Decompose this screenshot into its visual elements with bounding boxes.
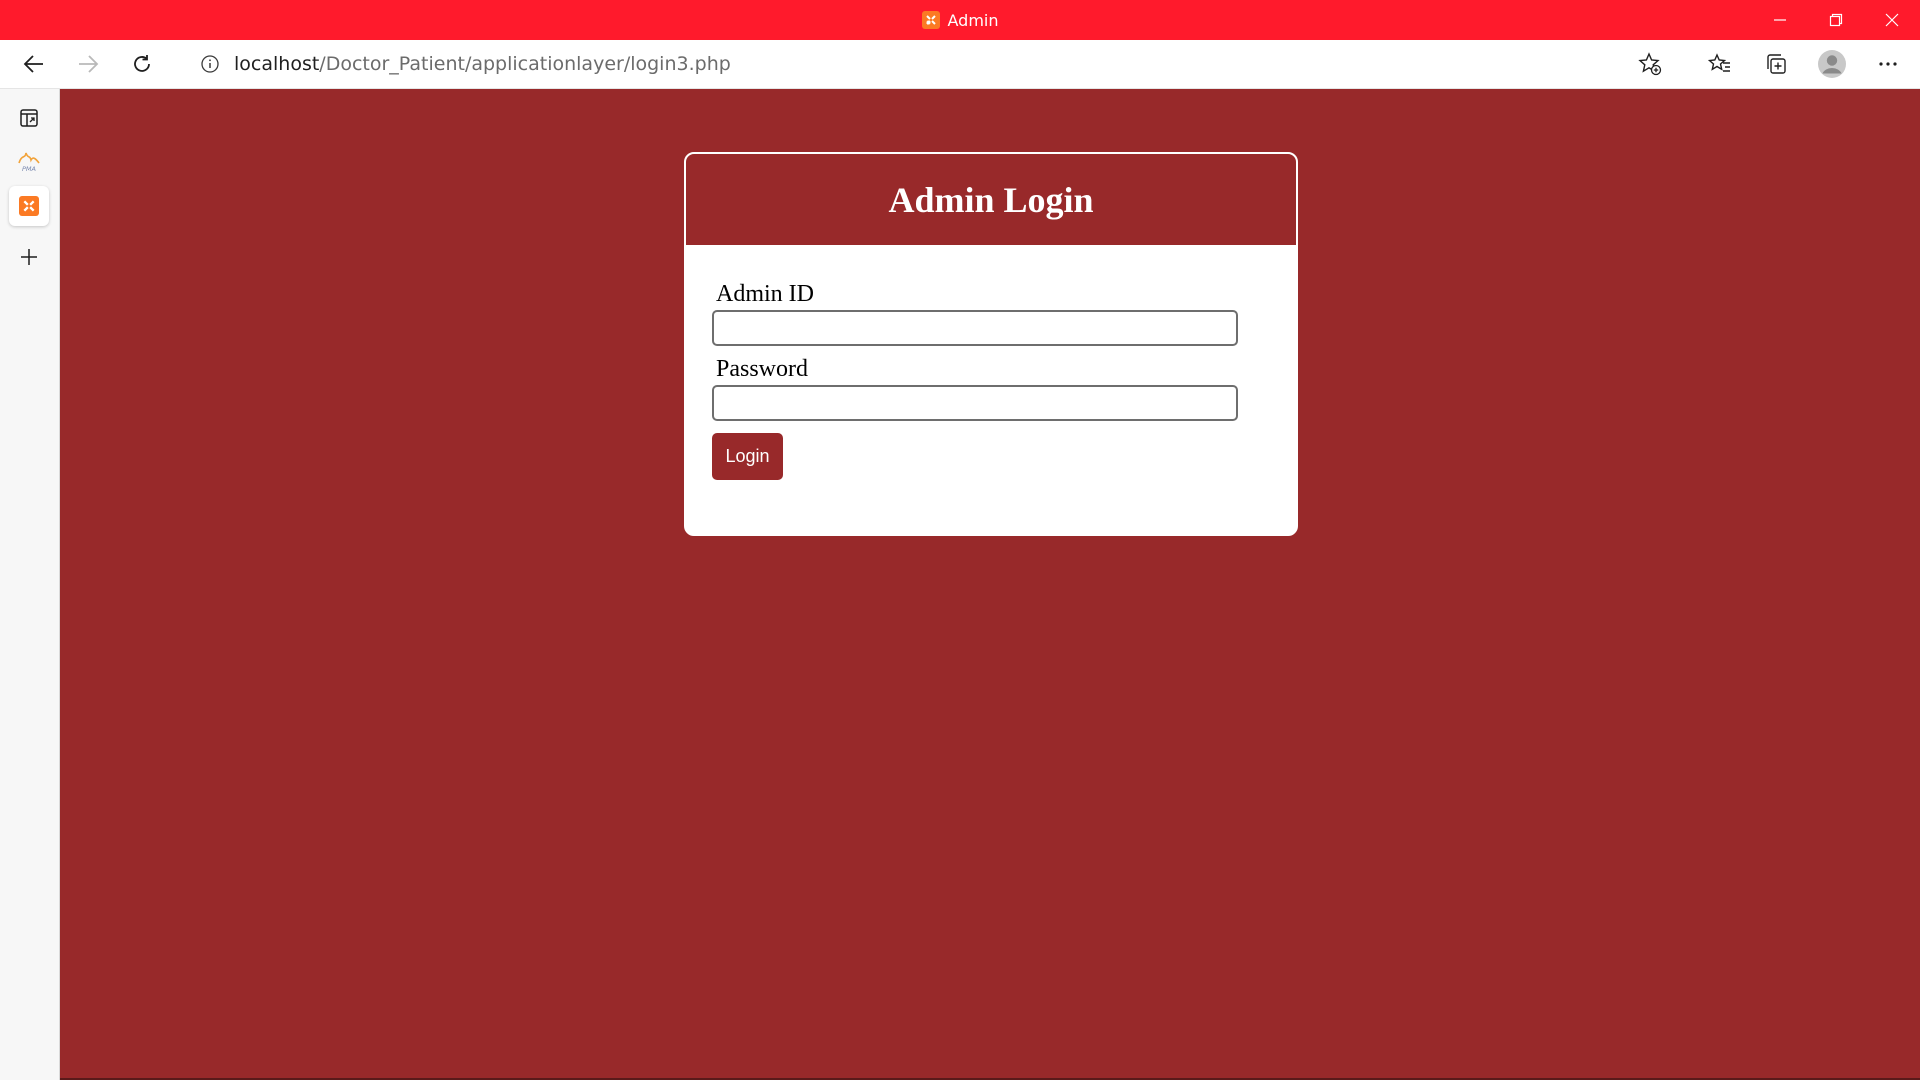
profile-button[interactable]	[1810, 44, 1854, 84]
login-card-header: Admin Login	[686, 154, 1296, 245]
add-favorite-icon	[1638, 52, 1662, 76]
close-button[interactable]	[1864, 0, 1920, 40]
info-icon[interactable]	[192, 46, 228, 82]
restore-icon	[1829, 13, 1843, 27]
collections-button[interactable]	[1754, 44, 1798, 84]
back-button[interactable]	[14, 44, 54, 84]
favorites-button[interactable]	[1698, 44, 1742, 84]
collections-icon	[1767, 54, 1786, 74]
url-path: /Doctor_Patient/applicationlayer/login3.…	[319, 53, 731, 75]
forward-button[interactable]	[68, 44, 108, 84]
window-title-text: Admin	[947, 10, 999, 30]
window-controls	[1752, 0, 1920, 40]
page-content: Admin Login Admin ID Password Login	[60, 89, 1920, 1080]
page-title: Admin Login	[888, 179, 1094, 220]
favorites-icon	[1708, 53, 1730, 72]
refresh-button[interactable]	[122, 44, 162, 84]
admin-id-input[interactable]	[712, 310, 1238, 346]
login-button[interactable]: Login	[712, 433, 783, 480]
toolbar-actions	[1616, 40, 1920, 88]
more-icon	[1879, 62, 1897, 66]
url-text[interactable]: localhost/Doctor_Patient/applicationlaye…	[234, 53, 731, 75]
forward-icon	[79, 55, 99, 73]
url-host: localhost	[234, 53, 320, 75]
restore-button[interactable]	[1808, 0, 1864, 40]
password-label: Password	[716, 356, 809, 382]
sidebar: PMA	[0, 89, 60, 1080]
xampp-icon	[921, 11, 940, 29]
admin-id-label: Admin ID	[716, 281, 814, 307]
sidebar-item-xampp[interactable]	[9, 186, 49, 226]
profile-icon	[1818, 50, 1846, 78]
more-button[interactable]	[1866, 44, 1910, 84]
sidebar-item-phpmyadmin[interactable]: PMA	[9, 142, 49, 182]
add-favorite-button[interactable]	[1628, 44, 1672, 84]
phpmyadmin-text: PMA	[22, 165, 36, 173]
close-icon	[1885, 13, 1899, 27]
window-title: Admin	[921, 10, 999, 30]
back-icon	[23, 55, 43, 73]
browser-toolbar: localhost/Doctor_Patient/applicationlaye…	[0, 40, 1920, 89]
login-card: Admin Login Admin ID Password Login	[684, 152, 1298, 536]
minimize-button[interactable]	[1752, 0, 1808, 40]
tab-actions-icon	[20, 109, 38, 127]
login-form: Admin ID Password Login	[686, 245, 1296, 480]
xampp-icon	[19, 196, 39, 216]
phpmyadmin-icon: PMA	[18, 152, 40, 173]
add-icon	[21, 249, 37, 265]
address-bar[interactable]: localhost/Doctor_Patient/applicationlaye…	[180, 46, 1683, 82]
title-bar: Admin	[0, 0, 1920, 40]
add-sidebar-item-button[interactable]	[9, 237, 49, 277]
refresh-icon	[134, 55, 150, 72]
tab-actions-button[interactable]	[9, 98, 49, 138]
password-input[interactable]	[712, 385, 1238, 421]
minimize-icon	[1774, 19, 1786, 21]
